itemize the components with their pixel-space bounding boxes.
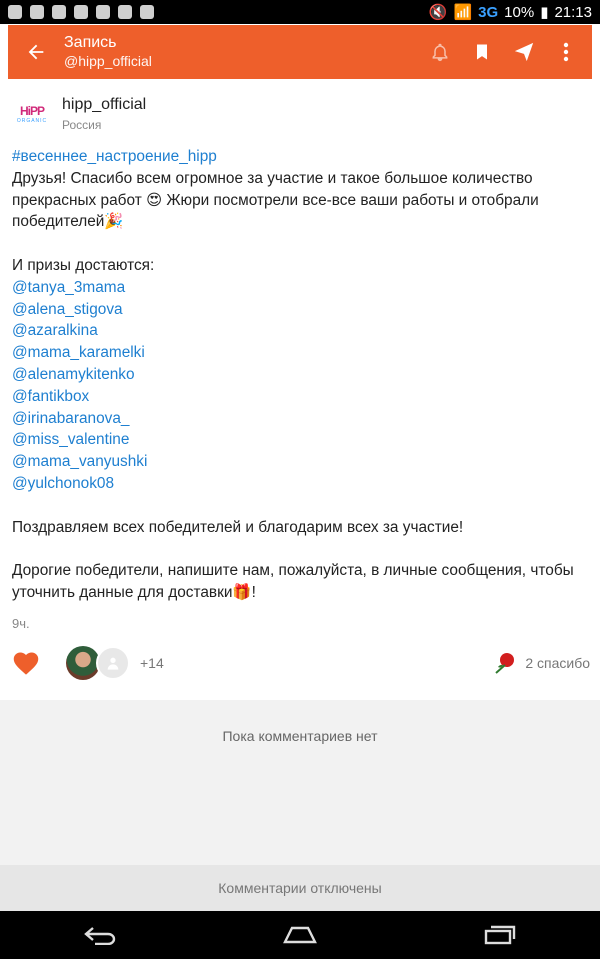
winner-mention[interactable]: @alenamykitenko (12, 364, 588, 386)
logo-text: HiPP (19, 104, 45, 118)
notifications-button[interactable] (426, 38, 454, 66)
author-location: Россия (62, 118, 102, 132)
post-paragraph: Дорогие победители, напишите нам, пожалу… (12, 562, 574, 601)
comments-disabled-bar: Комментарии отключены (0, 865, 600, 911)
winner-mention[interactable]: @mama_vanyushki (12, 451, 588, 473)
liker-avatar[interactable] (96, 646, 130, 680)
mute-icon: 🔇 (428, 4, 448, 21)
home-icon (283, 926, 317, 944)
hashtag-link[interactable]: #весеннее_настроение_hipp (12, 146, 588, 168)
page-title: Запись (64, 34, 117, 51)
comments-section: Пока комментариев нет (0, 700, 600, 865)
nav-home-button[interactable] (280, 920, 320, 950)
winner-mention[interactable]: @azaralkina (12, 320, 588, 342)
author-avatar[interactable]: HiPP ORGANIC (12, 94, 52, 134)
prizes-intro: И призы достаются: (12, 256, 155, 274)
app-icon (52, 5, 66, 19)
post-time: 9ч. (12, 616, 30, 631)
share-button[interactable] (510, 38, 538, 66)
arrow-left-icon (28, 44, 44, 60)
status-system-icons: 🔇 📶 3G 10% ▮ 21:13 (428, 3, 592, 22)
status-bar: 🔇 📶 3G 10% ▮ 21:13 (0, 0, 600, 24)
winner-mention[interactable]: @tanya_3mama (12, 277, 588, 299)
winner-mention[interactable]: @yulchonok08 (12, 473, 588, 495)
no-comments-text: Пока комментариев нет (222, 728, 378, 744)
post-text: #весеннее_настроение_hipp Друзья! Спасиб… (12, 146, 588, 604)
system-nav-bar (0, 911, 600, 959)
nav-recents-button[interactable] (480, 920, 520, 950)
battery-level: 10% (504, 3, 535, 21)
search-icon (140, 5, 154, 19)
status-notification-icons (8, 5, 154, 19)
nav-back-button[interactable] (80, 920, 120, 950)
back-icon (84, 927, 116, 945)
appbar-actions (426, 38, 592, 66)
winner-mention[interactable]: @fantikbox (12, 386, 588, 408)
app-icon (74, 5, 88, 19)
post-paragraph: Поздравляем всех победителей и благодари… (12, 518, 464, 536)
notification-icon (8, 5, 22, 19)
bell-icon (432, 43, 448, 62)
heart-icon[interactable] (12, 650, 40, 676)
logo-subtext: ORGANIC (16, 118, 48, 124)
rose-icon (495, 653, 515, 674)
page-subtitle: @hipp_official (64, 53, 152, 69)
network-type: 3G (478, 3, 499, 21)
winner-mention[interactable]: @irinabaranova_ (12, 408, 588, 430)
likes-more-count[interactable]: +14 (140, 655, 164, 671)
author-name[interactable]: hipp_official (62, 96, 146, 114)
user-icon (107, 657, 119, 670)
bookmark-button[interactable] (468, 38, 496, 66)
more-vert-icon (563, 42, 569, 62)
viber-icon (96, 5, 110, 19)
post-paragraph: Друзья! Спасибо всем огромное за участие… (12, 169, 539, 231)
send-icon (514, 42, 534, 62)
back-button[interactable] (8, 25, 64, 79)
battery-icon: ▮ (540, 4, 549, 21)
winner-mention[interactable]: @mama_karamelki (12, 342, 588, 364)
instagram-icon (118, 5, 132, 19)
thanks-button[interactable]: 2 спасибо (493, 651, 590, 675)
winner-mention[interactable]: @alena_stigova (12, 299, 588, 321)
wifi-icon: 📶 (453, 4, 473, 21)
post-author[interactable]: HiPP ORGANIC hipp_official Россия (12, 94, 146, 134)
appbar-titles: Запись @hipp_official (64, 34, 426, 70)
more-options-button[interactable] (552, 38, 580, 66)
bookmark-icon (477, 44, 487, 60)
winner-mention[interactable]: @miss_valentine (12, 429, 588, 451)
app-bar: Запись @hipp_official (8, 25, 592, 79)
youtube-icon (30, 5, 44, 19)
liker-avatar[interactable] (66, 646, 100, 680)
recents-icon (484, 925, 516, 945)
clock: 21:13 (554, 3, 592, 21)
thanks-count: 2 спасибо (525, 655, 590, 671)
reactions-row: +14 2 спасибо (12, 643, 590, 683)
